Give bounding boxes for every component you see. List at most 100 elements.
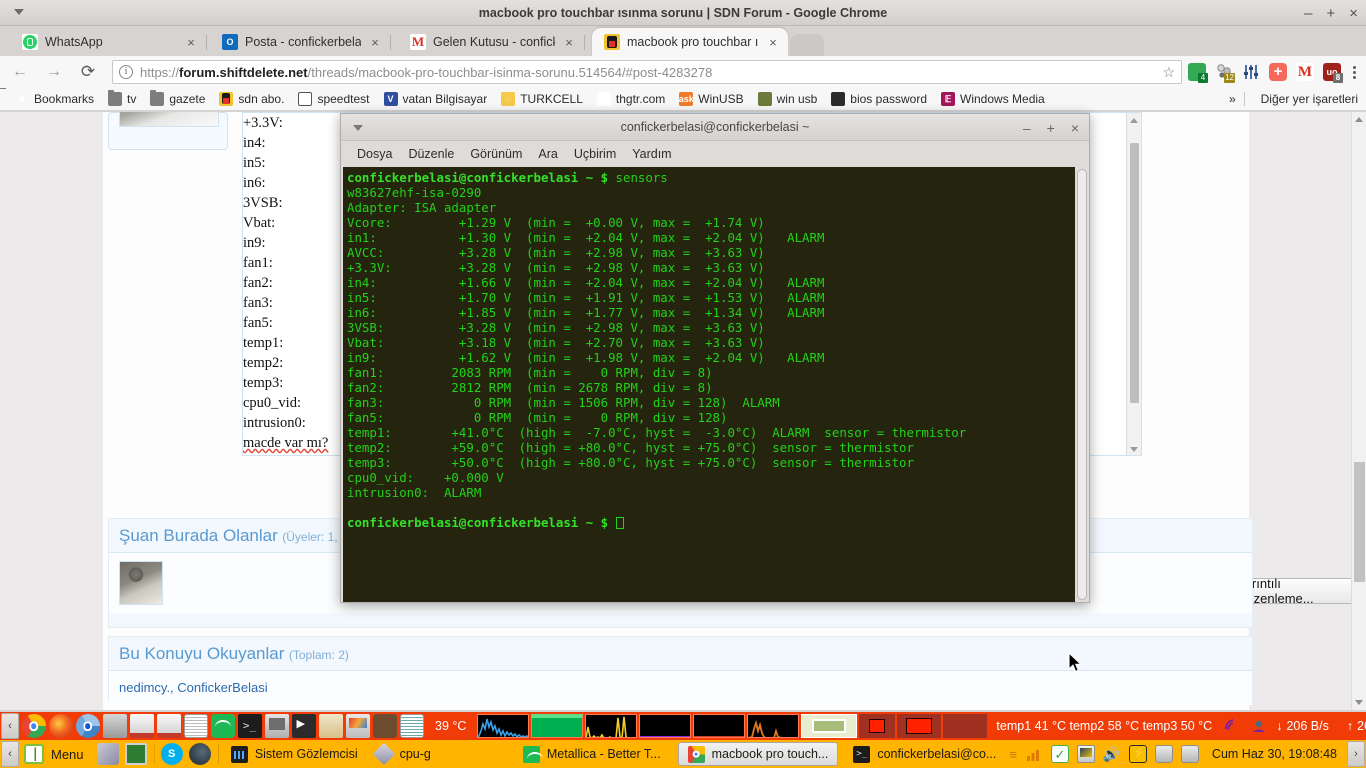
menu-dosya[interactable]: Dosya [349,147,400,161]
scroll-down-icon[interactable] [1130,447,1138,452]
tab-close-icon[interactable]: × [562,35,576,50]
bookmark-turkcell[interactable]: ◌ TURKCELL [494,92,590,106]
panel-handle-right[interactable]: › [1347,741,1365,767]
display-icon[interactable] [1076,745,1095,763]
molecule-extension-icon[interactable]: 12 [1215,63,1235,83]
menu-yardim[interactable]: Yardım [624,147,679,161]
forward-button[interactable]: → [40,58,68,86]
maximize-button[interactable]: + [1047,120,1055,136]
menu-duzenle[interactable]: Düzenle [400,147,462,161]
minimize-button[interactable]: – [1304,6,1312,21]
tray-handle-icon[interactable]: ≡ [1005,747,1021,762]
volume-icon[interactable]: 🔊 [1103,745,1121,763]
mint-menu-button[interactable]: ⎟ Menu [20,744,94,764]
bookmark-vatan[interactable]: V vatan Bilgisayar [377,92,495,106]
panel-handle-left[interactable]: ‹ [1,741,19,767]
scroll-thumb[interactable] [1130,143,1139,403]
add-extension-icon[interactable]: + [1269,63,1287,81]
text-editor-launcher-icon[interactable] [399,714,424,738]
quoted-image-thumbnail[interactable] [119,112,219,127]
terminal-scrollbar[interactable] [1075,167,1089,602]
monitor-launcher-icon[interactable] [264,714,289,738]
disk-tool-launcher-icon[interactable] [102,714,127,738]
editor-scrollbar[interactable] [1126,113,1141,455]
avatar[interactable] [119,561,163,605]
tab-close-icon[interactable]: × [184,35,198,50]
bookmark-gazete[interactable]: gazete [143,90,212,106]
taskbar-window-terminal[interactable]: >_ confickerbelasi@co... [844,742,1005,766]
bookmark-speedtest[interactable]: ⟳ speedtest [291,92,376,106]
close-button[interactable]: × [1071,120,1079,136]
terminal-output-area[interactable]: confickerbelasi@confickerbelasi ~ $ sens… [343,167,1089,602]
sliders-extension-icon[interactable] [1242,63,1260,81]
menu-gorunum[interactable]: Görünüm [462,147,530,161]
site-info-icon[interactable]: i [119,65,133,79]
chrome-launcher-icon[interactable] [21,714,46,738]
memory-graph-widget[interactable] [531,714,584,738]
bookmark-windows-media[interactable]: 𝔼 Windows Media [934,92,1052,106]
terminal-launcher-icon[interactable]: >_ [237,714,262,738]
bookmark-sdn-abo[interactable]: sdn abo. [212,92,291,106]
network-manager-icon[interactable] [1250,717,1268,735]
image-viewer-launcher-icon[interactable] [345,714,370,738]
scroll-down-icon[interactable] [1355,700,1363,705]
battery-icon[interactable] [1128,745,1147,763]
close-button[interactable]: × [1349,6,1358,21]
show-desktop-icon[interactable] [124,743,147,765]
signal-icon[interactable] [1025,745,1043,763]
chrome-menu-button[interactable] [1349,65,1366,79]
bookmarks-overflow-icon[interactable]: » [1229,92,1236,106]
taskbar-window-chrome[interactable]: macbook pro touch... [677,742,839,766]
status-square-widget-3[interactable] [943,714,988,738]
swirl-launcher-icon[interactable] [188,743,211,765]
usb-tool-2-launcher-icon[interactable] [156,714,181,738]
disk-graph-widget[interactable] [585,714,638,738]
bookmark-bios-password[interactable]: bios password [824,92,934,106]
panel-handle-left[interactable]: ‹ [1,713,19,739]
menu-ara[interactable]: Ara [530,147,565,161]
gimp-launcher-icon[interactable] [372,714,397,738]
minimize-button[interactable]: – [1023,120,1031,136]
scroll-up-icon[interactable] [1130,118,1138,123]
usb-tool-launcher-icon[interactable] [129,714,154,738]
scroll-thumb[interactable] [1354,462,1365,582]
menu-ucbirim[interactable]: Uçbirim [566,147,624,161]
status-square-widget-2[interactable] [897,714,942,738]
tab-close-icon[interactable]: × [766,35,780,50]
cpu-launcher-icon[interactable] [96,743,119,765]
section-title[interactable]: Bu Konuyu Okuyanlar [119,644,284,663]
section-title[interactable]: Şuan Burada Olanlar [119,526,278,545]
bookmark-star-icon[interactable]: ☆ [1162,64,1175,81]
bookmark-tv[interactable]: tv [101,90,143,106]
scroll-up-icon[interactable] [1355,117,1363,122]
tab-gmail[interactable]: M Gelen Kutusu - conficke × [398,28,585,56]
video-player-launcher-icon[interactable] [291,714,316,738]
bookmark-thgtr[interactable]: T thgtr.com [590,92,672,106]
bookmark-win-usb[interactable]: win usb [751,92,825,106]
page-scrollbar[interactable] [1351,112,1366,710]
address-bar[interactable]: i https:// forum.shiftdelete.net /thread… [112,60,1182,84]
scroll-thumb[interactable] [1077,169,1087,600]
bookmark-winusb[interactable]: ask WinUSB [672,92,750,106]
taskbar-window-spotify[interactable]: Metallica - Better T... [514,742,670,766]
network-graph-widget[interactable] [639,714,692,738]
terminal-window[interactable]: confickerbelasi@confickerbelasi ~ – + × … [340,113,1090,603]
taskbar-window-cpu-g[interactable]: cpu-g [367,742,440,766]
load-graph-widget[interactable] [747,714,800,738]
clock[interactable]: Cum Haz 30, 19:08:48 [1203,747,1346,761]
tab-outlook[interactable]: O Posta - confickerbelasi@ × [210,28,391,56]
back-button[interactable]: ← [6,58,34,86]
tab-sdn-forum[interactable]: macbook pro touchbar ı × [592,28,788,56]
chromium-launcher-icon[interactable] [75,714,100,738]
gmail-checker-extension-icon[interactable]: M [1296,63,1314,81]
bookmark-bookmarks[interactable]: ★ Bookmarks [8,92,101,106]
firefox-launcher-icon[interactable] [48,714,73,738]
adblock-extension-icon[interactable]: 4 [1188,63,1208,83]
video-editor-launcher-icon[interactable] [318,714,343,738]
maximize-button[interactable]: + [1326,6,1335,21]
cpu-graph-widget[interactable] [477,714,530,738]
tab-whatsapp[interactable]: WhatsApp × [10,28,207,56]
status-square-widget-1[interactable] [859,714,896,738]
taskbar-window-system-monitor[interactable]: Sistem Gözlemcisi [222,742,367,766]
disk-2-icon[interactable] [1180,745,1199,763]
